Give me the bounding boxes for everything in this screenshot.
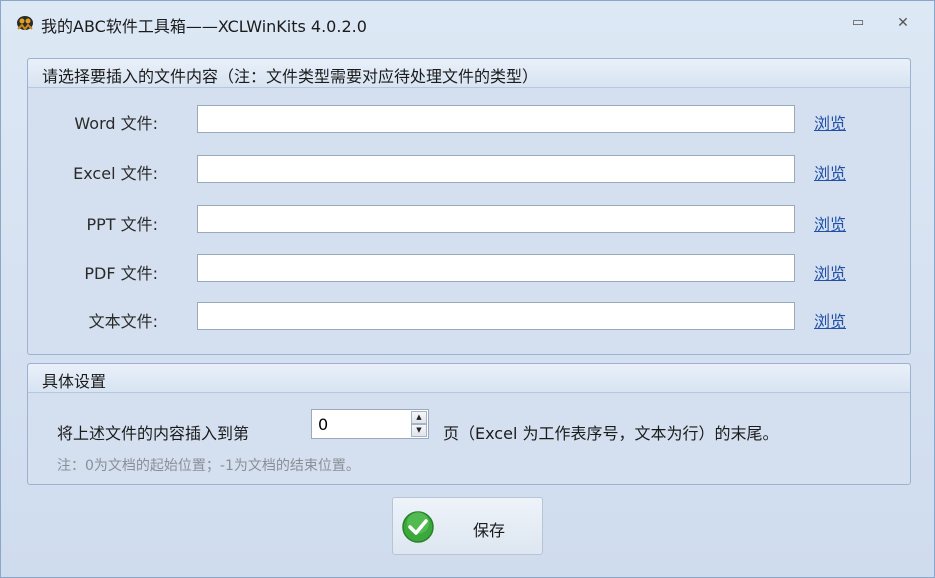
page-number-stepper[interactable]: ▲ ▼: [311, 409, 429, 439]
stepper-buttons: ▲ ▼: [411, 411, 427, 437]
title-bar[interactable]: 我的ABC软件工具箱——XCLWinKits 4.0.2.0 ▭ ✕: [1, 1, 934, 43]
decrement-button[interactable]: ▼: [411, 424, 427, 437]
excel-file-label: Excel 文件:: [73, 164, 158, 183]
settings-group: 具体设置 将上述文件的内容插入到第 ▲ ▼ 页（Excel 为工作表序号，文本为…: [27, 363, 911, 485]
pdf-browse-link[interactable]: 浏览: [814, 260, 846, 284]
app-window: 我的ABC软件工具箱——XCLWinKits 4.0.2.0 ▭ ✕ 请选择要插…: [0, 0, 935, 578]
pdf-file-input[interactable]: [197, 254, 795, 282]
text-file-label: 文本文件:: [88, 312, 158, 331]
pdf-file-label: PDF 文件:: [84, 264, 158, 283]
page-suffix-text: 页（Excel 为工作表序号，文本为行）的末尾。: [443, 424, 779, 443]
file-selection-group: 请选择要插入的文件内容（注：文件类型需要对应待处理文件的类型） Word 文件:…: [27, 58, 911, 355]
word-file-label: Word 文件:: [74, 114, 158, 133]
ppt-file-input[interactable]: [197, 205, 795, 233]
close-button[interactable]: ✕: [891, 13, 915, 33]
window-title: 我的ABC软件工具箱——XCLWinKits 4.0.2.0: [41, 17, 367, 36]
settings-group-title: 具体设置: [42, 372, 107, 391]
app-logo-icon: [17, 16, 33, 31]
word-file-input[interactable]: [197, 105, 795, 133]
ppt-file-label: PPT 文件:: [86, 215, 158, 234]
save-button[interactable]: 保存: [392, 497, 543, 555]
file-group-header: 请选择要插入的文件内容（注：文件类型需要对应待处理文件的类型）: [28, 59, 910, 88]
settings-group-header: 具体设置: [28, 364, 910, 393]
position-note: 注：0为文档的起始位置；-1为文档的结束位置。: [57, 458, 360, 474]
word-browse-link[interactable]: 浏览: [814, 110, 846, 134]
page-number-input[interactable]: [312, 410, 408, 438]
ppt-browse-link[interactable]: 浏览: [814, 211, 846, 235]
increment-button[interactable]: ▲: [411, 411, 427, 424]
file-group-title: 请选择要插入的文件内容（注：文件类型需要对应待处理文件的类型）: [42, 67, 539, 86]
excel-file-input[interactable]: [197, 155, 795, 183]
text-file-input[interactable]: [197, 302, 795, 330]
save-button-label: 保存: [473, 521, 506, 540]
green-check-icon: [402, 511, 434, 543]
text-browse-link[interactable]: 浏览: [814, 308, 846, 332]
insert-position-label: 将上述文件的内容插入到第: [57, 424, 250, 443]
minimize-button[interactable]: ▭: [846, 13, 870, 33]
excel-browse-link[interactable]: 浏览: [814, 160, 846, 184]
